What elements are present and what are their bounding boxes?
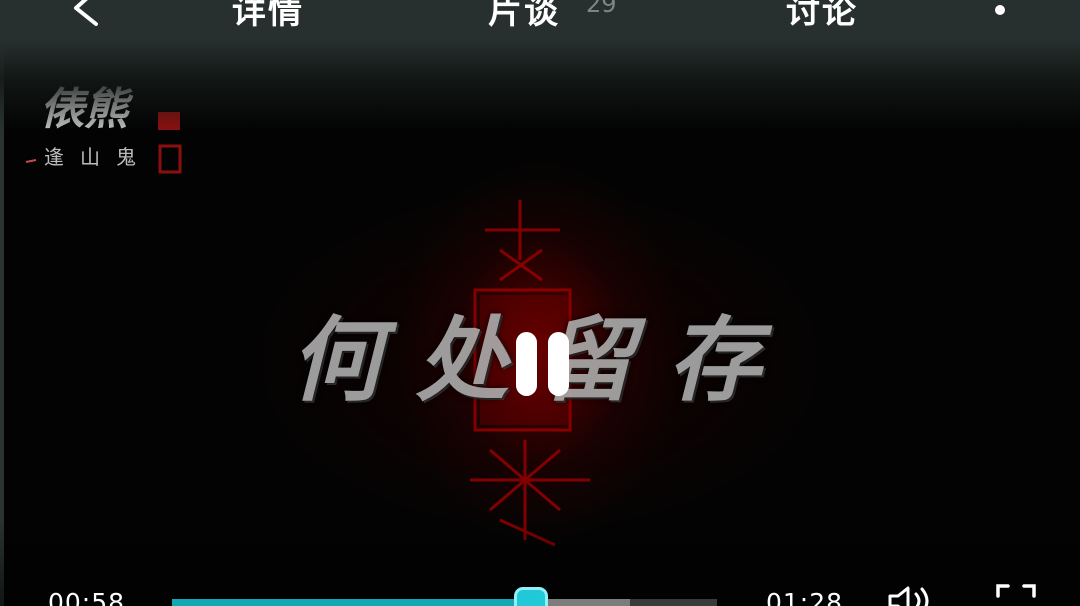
seek-thumb[interactable]	[514, 587, 549, 606]
more-options-icon[interactable]	[994, 2, 1006, 18]
seek-bar[interactable]	[172, 587, 717, 606]
total-duration: 01:28	[766, 588, 844, 606]
pause-icon-bar-right	[548, 332, 569, 396]
volume-icon[interactable]	[886, 584, 934, 606]
pause-icon-bar-left	[516, 332, 537, 396]
pause-button[interactable]	[505, 328, 579, 402]
tab-episodes[interactable]: 片谈	[488, 0, 560, 33]
current-time: 00:58	[48, 588, 126, 606]
seek-played	[172, 599, 532, 606]
tab-discussion[interactable]: 讨论	[786, 0, 858, 33]
episode-count-badge: 29	[586, 0, 617, 18]
fullscreen-icon[interactable]	[994, 582, 1038, 606]
back-arrow-icon[interactable]	[70, 0, 110, 28]
watermark-subtitle: 逢山鬼	[44, 145, 152, 169]
video-player[interactable]: 何处留存 俵熊 逢山鬼 详情 片谈 29 讨论 00:58 01:28	[0, 0, 1080, 606]
tab-details[interactable]: 详情	[232, 0, 304, 33]
